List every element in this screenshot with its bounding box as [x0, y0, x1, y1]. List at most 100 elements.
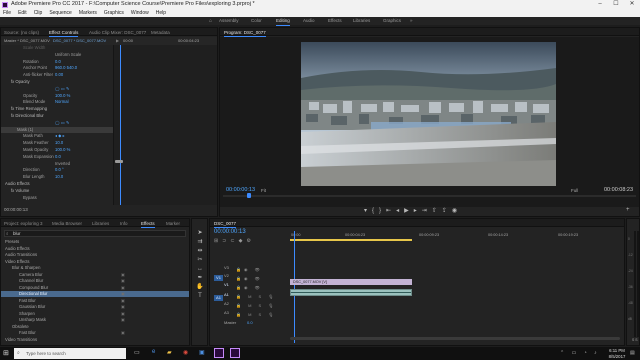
property-value[interactable]: Normal [55, 99, 69, 105]
video-clip[interactable]: DSC_0077.MOV [V] [290, 279, 412, 285]
tab-project[interactable]: Project: exploring 3 [4, 221, 43, 226]
effect-tree-item[interactable]: Audio Transitions [1, 252, 189, 258]
tab-libraries[interactable]: Libraries [92, 221, 109, 226]
track-a2-label[interactable]: A2 [224, 301, 229, 306]
property-value[interactable]: 100.0 % [55, 93, 70, 99]
pen-tool-icon[interactable]: ✒ [195, 274, 205, 283]
effect-tree-item[interactable]: Presets [1, 239, 189, 245]
quality-select[interactable]: Full [571, 188, 578, 193]
effect-property-row[interactable]: Direction 0.0 ° [1, 167, 113, 173]
effect-tree-item[interactable]: Fast Blur ▣ [1, 330, 189, 336]
taskbar-search-input[interactable]: Type here to search [26, 351, 66, 356]
track-v2-label[interactable]: V2 [224, 273, 229, 278]
wrench-icon[interactable]: ⚙ [246, 238, 254, 244]
effect-property-row[interactable]: Mask (1) [1, 126, 113, 133]
linked-selection-icon[interactable]: ⊂ [230, 238, 238, 244]
effect-property-row[interactable]: Blur Length 10.0 [1, 174, 113, 180]
property-value[interactable]: ◯ ▭ ✎ [55, 120, 69, 126]
property-value[interactable]: 10.0 [55, 174, 63, 180]
property-value[interactable]: ◯ ▭ ✎ [55, 86, 69, 92]
store-icon[interactable]: ▣ [199, 349, 205, 356]
play-button[interactable]: ▶ [404, 208, 414, 214]
property-value[interactable]: ◂ ◆ ▸ [55, 133, 65, 139]
property-value[interactable]: 0.0 ° [55, 167, 64, 173]
property-value[interactable]: 960.0 540.0 [55, 65, 77, 71]
effect-property-row[interactable]: fx Directional Blur [1, 113, 113, 119]
effect-property-row[interactable]: Anchor Point 960.0 540.0 [1, 65, 113, 71]
effect-property-row[interactable]: ◯ ▭ ✎ [1, 120, 113, 126]
property-value[interactable]: Uniform Scale [55, 52, 81, 58]
workspace-assembly[interactable]: Assembly [219, 18, 239, 23]
effect-property-row[interactable]: ◯ ▭ ✎ [1, 86, 113, 92]
sequence-clip-label[interactable]: DSC_0077 * DSC_0077.MOV [53, 37, 106, 45]
edge-icon[interactable]: e [152, 349, 155, 355]
effect-tree-item[interactable]: Compound Blur ▣ [1, 285, 189, 291]
workspace-editing[interactable]: Editing [276, 18, 290, 26]
scrollbar-thumb[interactable] [290, 337, 620, 340]
program-timecode[interactable]: 00:00:00:13 [226, 187, 255, 193]
go-to-out-button[interactable]: ⇥ [422, 208, 432, 214]
mask-keyframe-bar[interactable] [115, 160, 123, 163]
timeline-playhead[interactable] [294, 231, 295, 343]
add-button[interactable]: + [626, 207, 630, 213]
lift-button[interactable]: ⇧ [432, 208, 442, 214]
menu-edit[interactable]: Edit [18, 9, 27, 17]
tab-audio-clip-mixer[interactable]: Audio Clip Mixer: DSC_0077 [89, 30, 146, 35]
folder-icon[interactable]: ▰ [167, 349, 172, 356]
notifications-icon[interactable]: ▤ [630, 350, 635, 356]
close-button[interactable]: ✕ [624, 0, 640, 9]
effect-tree-item[interactable]: Fast Blur ▣ [1, 298, 189, 304]
effect-property-row[interactable]: Bypass [1, 195, 113, 201]
track-v1-label[interactable]: V1 [224, 282, 229, 287]
work-area-bar[interactable] [290, 239, 412, 241]
effect-tree-item[interactable]: Blur & Sharpen [1, 265, 189, 271]
audio-track-toggles[interactable]: 🔒 M S 🎙 🔒 M S 🎙 🔒 M S 🎙 [236, 292, 276, 319]
tab-media-browser[interactable]: Media Browser [52, 221, 82, 226]
effects-search-input[interactable]: blur [13, 231, 21, 236]
mark-out-button[interactable]: } [379, 208, 386, 214]
meter-solo-buttons[interactable]: S S [632, 338, 637, 342]
keyframe-area[interactable] [113, 45, 217, 205]
workspace-effects[interactable]: Effects [328, 18, 342, 23]
go-to-in-button[interactable]: ⇤ [386, 208, 396, 214]
razor-tool-icon[interactable]: ✂ [195, 256, 205, 265]
property-value[interactable]: 0.00 [55, 72, 63, 78]
timeline-timecode[interactable]: 00:00:00:13 [214, 229, 246, 235]
track-select-tool-icon[interactable]: ⇉ [195, 238, 205, 247]
extract-button[interactable]: ⇪ [442, 208, 452, 214]
source-patch-a1[interactable]: A1 [214, 295, 223, 301]
timeline-scrollbar[interactable] [290, 337, 620, 340]
effect-property-row[interactable]: Audio Effects [1, 181, 113, 187]
effect-property-row[interactable]: Opacity 100.0 % [1, 93, 113, 99]
minimize-button[interactable]: – [592, 0, 608, 9]
home-icon[interactable]: ⌂ [209, 18, 212, 24]
ripple-edit-tool-icon[interactable]: ⇹ [195, 247, 205, 256]
mark-in-button[interactable]: { [372, 208, 379, 214]
effect-property-row[interactable]: Mask Opacity 100.0 % [1, 147, 113, 153]
video-track-toggles[interactable]: 🔒◉ 👁 🔒◉ 👁 🔒◉ 👁 [236, 265, 263, 292]
effect-tree-item[interactable]: Obsolete [1, 324, 189, 330]
step-back-button[interactable]: ◂ [396, 208, 404, 214]
media-encoder-taskbar-icon[interactable] [230, 348, 240, 358]
menu-file[interactable]: File [3, 9, 11, 17]
effect-property-row[interactable]: Rotation 0.0 [1, 59, 113, 65]
taskbar-search-box[interactable]: ⌕ Type here to search [14, 348, 126, 359]
menu-graphics[interactable]: Graphics [104, 9, 124, 17]
system-tray-icons[interactable]: ⌃ ▭ ◔ ♪ [560, 350, 600, 356]
tab-metadata[interactable]: Metadata [151, 30, 170, 35]
maximize-button[interactable]: ☐ [608, 0, 624, 9]
task-view-icon[interactable]: ▭ [134, 349, 140, 356]
menu-sequence[interactable]: Sequence [49, 9, 72, 17]
effect-property-row[interactable]: Mask Path ◂ ◆ ▸ [1, 133, 113, 139]
property-value[interactable]: 100.0 % [55, 147, 70, 153]
effect-tree-item[interactable]: Sharpen ▣ [1, 311, 189, 317]
add-marker-button[interactable]: ▾ [364, 208, 372, 214]
type-tool-icon[interactable]: T [195, 292, 205, 301]
effect-property-row[interactable]: fx Time Remapping [1, 106, 113, 112]
effect-tree-item[interactable]: Camera Blur ▣ [1, 272, 189, 278]
tab-sequence[interactable]: DSC_0077 [214, 221, 237, 228]
program-playhead[interactable] [247, 193, 251, 198]
timeline-ruler[interactable]: 00:00 00:00:04:23 00:00:09:23 00:00:14:2… [290, 228, 624, 241]
track-v3-label[interactable]: V3 [224, 265, 229, 270]
effect-tree-item[interactable]: Audio Effects [1, 246, 189, 252]
